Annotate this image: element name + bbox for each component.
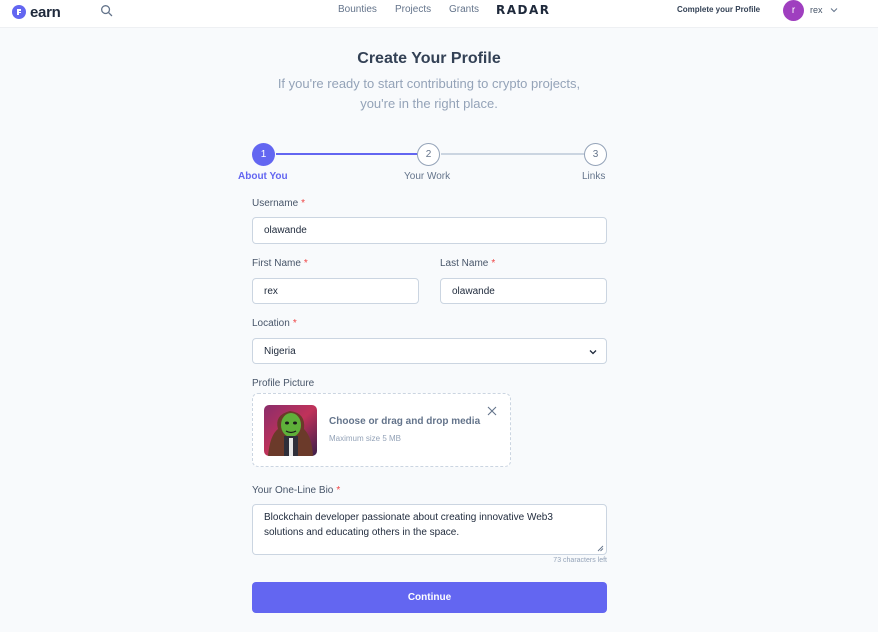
username-label: Username * bbox=[252, 198, 305, 209]
profile-picture-label: Profile Picture bbox=[252, 378, 315, 389]
required-marker: * bbox=[301, 198, 306, 209]
step-connector-1 bbox=[276, 153, 417, 155]
first-name-field[interactable]: rex bbox=[252, 278, 419, 304]
location-value: Nigeria bbox=[264, 345, 296, 357]
bio-char-count: 73 characters left bbox=[553, 557, 607, 564]
close-icon[interactable] bbox=[487, 406, 497, 416]
step-2-circle[interactable]: 2 bbox=[417, 143, 440, 166]
logo-text: earn bbox=[30, 3, 61, 21]
bio-textarea[interactable]: Blockchain developer passionate about cr… bbox=[252, 504, 607, 555]
page-title: Create Your Profile bbox=[357, 50, 501, 67]
chevron-down-icon bbox=[589, 350, 597, 355]
user-avatar[interactable]: r bbox=[783, 0, 804, 21]
last-name-field[interactable]: olawande bbox=[440, 278, 607, 304]
nav-projects[interactable]: Projects bbox=[395, 4, 431, 15]
page-subtitle: If you're ready to start contributing to… bbox=[0, 74, 858, 114]
required-marker: * bbox=[336, 485, 341, 496]
search-icon[interactable] bbox=[100, 4, 113, 17]
subtitle-line-1: If you're ready to start contributing to… bbox=[277, 76, 581, 91]
radar-link[interactable]: RADAR bbox=[496, 3, 551, 17]
bio-label: Your One-Line Bio * bbox=[252, 485, 340, 496]
required-marker: * bbox=[491, 258, 496, 269]
chevron-down-icon[interactable] bbox=[830, 6, 838, 14]
top-nav-bar: earn Bounties Projects Grants RADAR Comp… bbox=[0, 0, 878, 28]
earn-logo[interactable]: earn bbox=[12, 3, 61, 21]
last-name-label-text: Last Name bbox=[440, 258, 489, 269]
bio-label-text: Your One-Line Bio bbox=[252, 485, 334, 496]
nav-bounties[interactable]: Bounties bbox=[338, 4, 377, 15]
first-name-label: First Name * bbox=[252, 258, 308, 269]
step-3-label: Links bbox=[582, 171, 606, 182]
location-label: Location * bbox=[252, 318, 297, 329]
nav-grants[interactable]: Grants bbox=[449, 4, 479, 15]
complete-profile-link[interactable]: Complete your Profile bbox=[677, 5, 760, 14]
step-connector-2 bbox=[441, 153, 584, 155]
profile-picture-thumbnail bbox=[264, 405, 317, 456]
user-name[interactable]: rex bbox=[810, 5, 823, 15]
resize-handle-icon[interactable] bbox=[597, 545, 604, 552]
media-dropzone[interactable]: Choose or drag and drop media Maximum si… bbox=[252, 393, 511, 467]
required-marker: * bbox=[292, 318, 297, 329]
subtitle-line-2: you're in the right place. bbox=[360, 96, 498, 111]
bio-text: Blockchain developer passionate about cr… bbox=[264, 512, 553, 538]
location-label-text: Location bbox=[252, 318, 290, 329]
required-marker: * bbox=[303, 258, 308, 269]
step-1-label: About You bbox=[238, 171, 288, 182]
continue-button[interactable]: Continue bbox=[252, 582, 607, 613]
username-label-text: Username bbox=[252, 198, 299, 209]
first-name-label-text: First Name bbox=[252, 258, 301, 269]
step-3-circle[interactable]: 3 bbox=[584, 143, 607, 166]
step-1-circle[interactable]: 1 bbox=[252, 143, 275, 166]
upload-hint: Maximum size 5 MB bbox=[329, 434, 402, 443]
step-2-label: Your Work bbox=[404, 171, 451, 182]
last-name-label: Last Name * bbox=[440, 258, 495, 269]
logo-mark-icon bbox=[12, 5, 26, 19]
location-select[interactable]: Nigeria bbox=[252, 338, 607, 364]
username-field[interactable]: olawande bbox=[252, 217, 607, 244]
upload-title: Choose or drag and drop media bbox=[329, 416, 481, 427]
